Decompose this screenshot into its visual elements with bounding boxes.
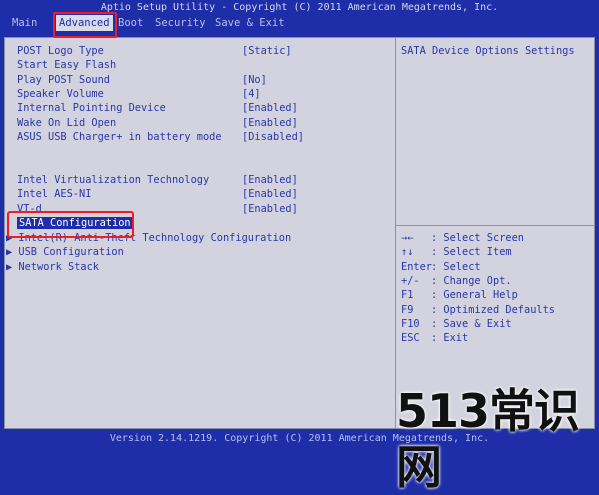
setting-intel-aes-ni[interactable]: Intel AES-NI [Enabled] [17,187,298,201]
submenu-network-stack[interactable]: ▶ Network Stack [6,260,99,274]
setting-post-logo-type[interactable]: POST Logo Type [Static] [17,44,292,58]
key-hint-row: F1: General Help [401,289,518,301]
setting-intel-virtualization[interactable]: Intel Virtualization Technology [Enabled… [17,173,298,187]
setting-wake-on-lid-open[interactable]: Wake On Lid Open [Enabled] [17,116,298,130]
key-hint-row: ESC: Exit [401,332,469,344]
tab-boot[interactable]: Boot [118,15,143,31]
highlight-box-sata [7,211,134,238]
help-divider [396,225,594,226]
key-hint-row: →←: Select Screen [401,232,524,244]
key-hint-row: ↑↓: Select Item [401,246,512,258]
tab-security[interactable]: Security [155,15,206,31]
key-hint-row: F9: Optimized Defaults [401,304,555,316]
setting-start-easy-flash[interactable]: Start Easy Flash [17,58,116,72]
setting-play-post-sound[interactable]: Play POST Sound [No] [17,73,267,87]
setting-internal-pointing-device[interactable]: Internal Pointing Device [Enabled] [17,101,298,115]
watermark-logo: 513常识网 [396,384,580,494]
highlight-box-advanced [53,12,117,38]
panel-divider [395,38,396,428]
key-hint-row: Enter: Select [401,261,481,273]
key-hint-row: F10: Save & Exit [401,318,512,330]
triangle-right-icon: ▶ [6,246,13,258]
triangle-right-icon: ▶ [6,261,13,273]
tab-main[interactable]: Main [12,15,37,31]
submenu-usb-configuration[interactable]: ▶ USB Configuration [6,245,124,259]
setting-speaker-volume[interactable]: Speaker Volume [4] [17,87,261,101]
key-hint-row: +/-: Change Opt. [401,275,512,287]
help-description: SATA Device Options Settings [401,45,575,57]
setting-asus-usb-charger[interactable]: ASUS USB Charger+ in battery mode [Disab… [17,130,304,144]
tab-save-exit[interactable]: Save & Exit [215,15,285,31]
